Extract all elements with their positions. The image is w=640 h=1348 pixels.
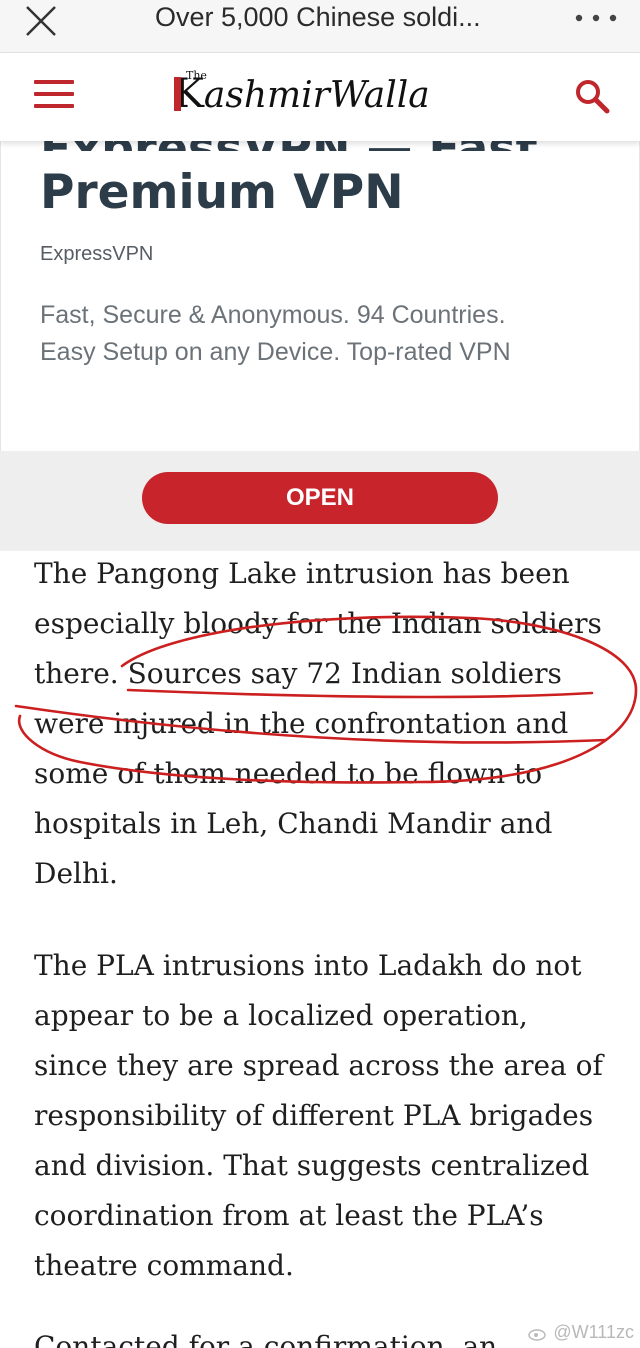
site-logo[interactable]: The K ashmirWalla xyxy=(174,69,430,123)
close-icon[interactable] xyxy=(24,4,58,38)
article-paragraph: The Pangong Lake intrusion has been espe… xyxy=(34,557,602,890)
ad-description: Fast, Secure & Anonymous. 94 Countries. … xyxy=(40,301,511,366)
browser-top-bar: Over 5,000 Chinese soldi... xyxy=(0,0,640,53)
ad-brand: ExpressVPN xyxy=(40,243,154,265)
ad-action-area: OPEN xyxy=(0,451,640,551)
article-body: The Pangong Lake intrusion has been espe… xyxy=(34,549,624,1333)
more-dots-icon[interactable] xyxy=(574,13,618,23)
hamburger-menu-icon[interactable] xyxy=(34,80,74,110)
weibo-icon xyxy=(528,1329,547,1341)
page-title: Over 5,000 Chinese soldi... xyxy=(155,2,481,32)
open-button[interactable]: OPEN xyxy=(142,472,498,524)
site-header: The K ashmirWalla xyxy=(0,53,640,141)
ad-headline: Premium VPN xyxy=(40,165,404,220)
vpn-advertisement[interactable]: ExpressVPN — Fast Premium VPN ExpressVPN… xyxy=(0,121,640,551)
watermark: @W111zc xyxy=(528,1322,634,1343)
article-cut-line: Contacted for a confirmation, an xyxy=(34,1330,498,1348)
article-paragraph: The PLA intrusions into Ladakh do not ap… xyxy=(34,949,603,1282)
logo-k: The K xyxy=(174,69,207,117)
search-icon[interactable] xyxy=(574,78,610,114)
logo-text: ashmirWalla xyxy=(203,75,430,116)
